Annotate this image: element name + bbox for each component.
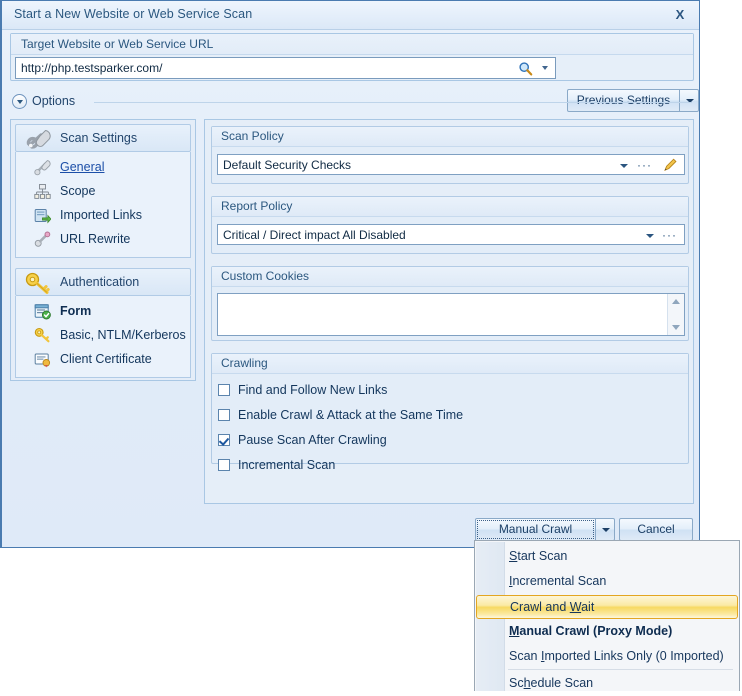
- sidebar-item-url-rewrite[interactable]: URL Rewrite: [16, 227, 190, 251]
- wrench-icon: [24, 127, 54, 153]
- menu-item-schedule-scan[interactable]: Schedule Scan: [476, 672, 738, 696]
- target-url-group-title: Target Website or Web Service URL: [11, 34, 693, 55]
- menu-item-label: Manual Crawl (Proxy Mode): [509, 624, 672, 638]
- menu-item-label: Start Scan: [509, 549, 567, 563]
- checkbox-box[interactable]: [218, 434, 230, 446]
- sidebar-group-header-scan-settings[interactable]: Scan Settings: [15, 124, 191, 152]
- menu-item-label: Incremental Scan: [509, 574, 606, 588]
- custom-cookies-box[interactable]: [217, 293, 685, 336]
- custom-cookies-input[interactable]: [218, 294, 666, 335]
- scan-policy-more-icon[interactable]: ···: [637, 158, 652, 172]
- scroll-down-icon[interactable]: [672, 325, 680, 330]
- report-policy-more-icon[interactable]: ···: [662, 228, 677, 242]
- menu-item-manual-crawl-proxy-mode[interactable]: Manual Crawl (Proxy Mode): [476, 620, 738, 644]
- menu-item-incremental-scan[interactable]: Incremental Scan: [476, 570, 738, 594]
- manual-crawl-button[interactable]: Manual Crawl: [475, 518, 596, 541]
- settings-sidebar: Scan Settings General: [10, 119, 196, 381]
- scan-policy-edit-pencil-icon[interactable]: [662, 157, 678, 173]
- menu-item-start-scan[interactable]: Start Scan: [476, 545, 738, 569]
- sidebar-group-label: Authentication: [60, 275, 139, 289]
- url-history-chevron-down-icon[interactable]: [542, 66, 548, 70]
- sidebar-group-authentication: Authentication Form: [15, 268, 191, 378]
- checkbox-label: Find and Follow New Links: [238, 383, 387, 397]
- options-label: Options: [32, 94, 75, 108]
- manual-crawl-dropdown-menu: Start Scan Incremental Scan Crawl and Wa…: [474, 540, 740, 691]
- scan-policy-chevron-down-icon[interactable]: [620, 164, 628, 168]
- scan-policy-group: Scan Policy Default Security Checks ···: [211, 126, 689, 184]
- sidebar-group-body-scan-settings: General Scope: [15, 152, 191, 258]
- url-input-wrapper[interactable]: [15, 57, 556, 79]
- sidebar-item-general[interactable]: General: [16, 155, 190, 179]
- target-url-group: Target Website or Web Service URL Previo…: [10, 33, 694, 81]
- sidebar-item-scope[interactable]: Scope: [16, 179, 190, 203]
- manual-crawl-split-button[interactable]: Manual Crawl: [475, 518, 615, 541]
- scan-policy-title: Scan Policy: [212, 127, 688, 147]
- report-policy-combo[interactable]: Critical / Direct impact All Disabled ··…: [217, 224, 685, 245]
- scan-policy-value: Default Security Checks: [223, 158, 351, 172]
- sidebar-group-scan-settings: Scan Settings General: [15, 124, 191, 258]
- report-policy-title: Report Policy: [212, 197, 688, 217]
- crawling-group: Crawling Find and Follow New Links Enabl…: [211, 353, 689, 464]
- chevron-down-icon[interactable]: [12, 94, 27, 109]
- scan-policy-combo[interactable]: Default Security Checks ···: [217, 154, 685, 175]
- checkbox-label: Enable Crawl & Attack at the Same Time: [238, 408, 463, 422]
- sidebar-item-label: URL Rewrite: [60, 232, 130, 246]
- sidebar-item-label: Imported Links: [60, 208, 142, 222]
- url-input[interactable]: [21, 61, 511, 75]
- sidebar-item-label: Form: [60, 304, 91, 318]
- search-icon[interactable]: [518, 61, 533, 76]
- checkbox-label: Pause Scan After Crawling: [238, 433, 387, 447]
- scope-icon: [34, 183, 51, 200]
- sidebar-item-imported-links[interactable]: Imported Links: [16, 203, 190, 227]
- menu-item-scan-imported-links-only[interactable]: Scan Imported Links Only (0 Imported): [476, 645, 738, 669]
- certificate-icon: [34, 351, 51, 368]
- sidebar-group-header-authentication[interactable]: Authentication: [15, 268, 191, 296]
- checkbox-box[interactable]: [218, 384, 230, 396]
- crawling-title: Crawling: [212, 354, 688, 374]
- sidebar-item-basic-ntlm-kerberos[interactable]: Basic, NTLM/Kerberos: [16, 323, 190, 347]
- custom-cookies-title: Custom Cookies: [212, 267, 688, 287]
- custom-cookies-group: Custom Cookies: [211, 266, 689, 341]
- sidebar-item-form[interactable]: Form: [16, 299, 190, 323]
- report-policy-value: Critical / Direct impact All Disabled: [223, 228, 406, 242]
- key-icon: [24, 271, 54, 297]
- settings-main-panel: Scan Policy Default Security Checks ··· …: [204, 119, 694, 504]
- menu-item-label: Scan Imported Links Only (0 Imported): [509, 649, 724, 663]
- close-icon[interactable]: X: [670, 5, 690, 24]
- report-policy-chevron-down-icon[interactable]: [646, 234, 654, 238]
- menu-item-crawl-and-wait[interactable]: Crawl and Wait: [476, 595, 738, 619]
- checkbox-label: Incremental Scan: [238, 458, 335, 472]
- sidebar-group-label: Scan Settings: [60, 131, 137, 145]
- custom-cookies-scrollbar[interactable]: [667, 294, 684, 335]
- form-icon: [34, 303, 51, 320]
- menu-item-label: Crawl and Wait: [510, 600, 594, 614]
- sidebar-item-client-certificate[interactable]: Client Certificate: [16, 347, 190, 371]
- wrench-small-icon: [34, 159, 51, 176]
- checkbox-box[interactable]: [218, 459, 230, 471]
- url-rewrite-icon: [34, 231, 51, 248]
- menu-separator: [508, 669, 733, 670]
- sidebar-item-label: Basic, NTLM/Kerberos: [60, 328, 186, 342]
- dialog-title: Start a New Website or Web Service Scan: [14, 7, 252, 21]
- menu-item-label: Schedule Scan: [509, 676, 593, 690]
- scroll-up-icon[interactable]: [672, 299, 680, 304]
- options-divider: [94, 102, 692, 103]
- report-policy-group: Report Policy Critical / Direct impact A…: [211, 196, 689, 254]
- sidebar-item-label: Client Certificate: [60, 352, 152, 366]
- imported-links-icon: [34, 207, 51, 224]
- scan-dialog: Start a New Website or Web Service Scan …: [0, 0, 700, 548]
- cancel-button[interactable]: Cancel: [619, 518, 693, 541]
- sidebar-item-label: General: [60, 160, 104, 174]
- sidebar-item-label: Scope: [60, 184, 95, 198]
- checkbox-box[interactable]: [218, 409, 230, 421]
- manual-crawl-chevron-down-icon[interactable]: [596, 518, 615, 541]
- dialog-titlebar: Start a New Website or Web Service Scan …: [2, 1, 699, 30]
- options-expander[interactable]: Options: [10, 93, 694, 113]
- sidebar-group-body-authentication: Form Basic, NTLM/Kerberos: [15, 296, 191, 378]
- key-small-icon: [34, 327, 51, 344]
